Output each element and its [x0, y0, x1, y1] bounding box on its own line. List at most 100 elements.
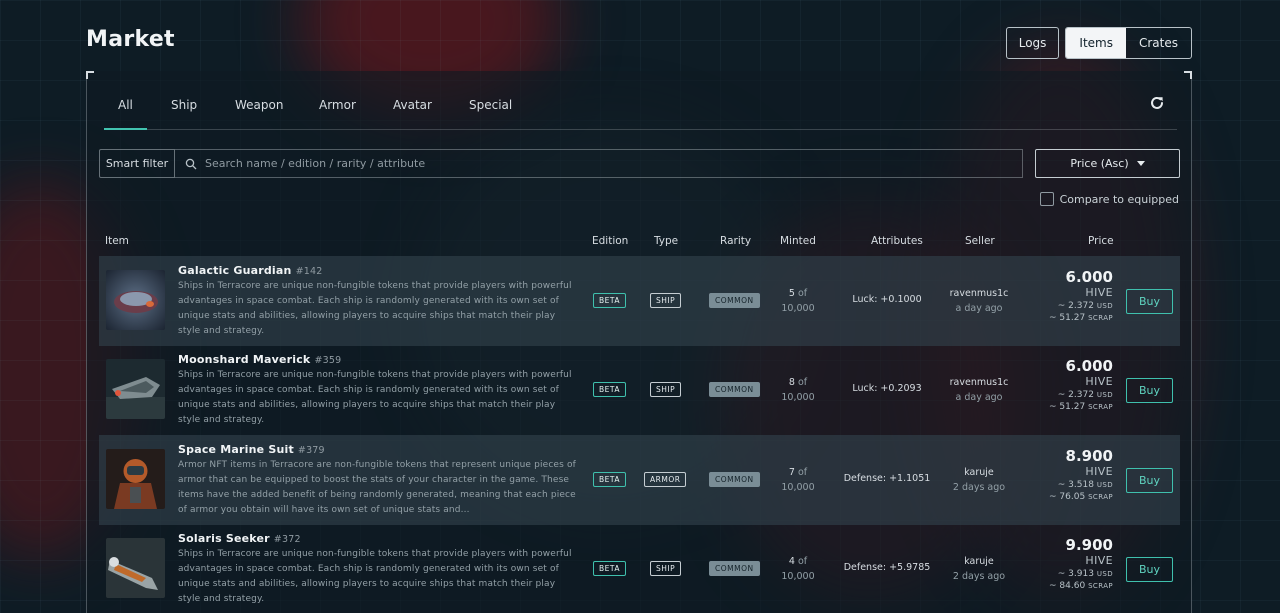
listed-time: 2 days ago [952, 482, 1006, 493]
refresh-icon[interactable] [1149, 95, 1165, 111]
item-name[interactable]: Moonshard Maverick #359 [178, 353, 341, 366]
seller-info: karuje 2 days ago [929, 465, 1029, 495]
tab-armor[interactable]: Armor [319, 98, 356, 112]
item-edition-number: #372 [273, 534, 301, 545]
item-attribute: Luck: +0.1000 [852, 294, 922, 305]
type-badge: SHIP [650, 382, 682, 397]
buy-button[interactable]: Buy [1126, 289, 1173, 314]
seller-name[interactable]: karuje [929, 554, 1029, 569]
col-type[interactable]: Type [654, 235, 678, 247]
table-row[interactable]: Space Marine Suit #379 Armor NFT items in… [99, 435, 1180, 525]
minted-count: 7 of 10,000 [781, 467, 815, 493]
page-title: Market [86, 27, 175, 52]
item-description: Ships in Terracore are unique non-fungib… [178, 281, 572, 336]
price-currency: HIVE [1085, 375, 1113, 388]
sort-label: Price (Asc) [1070, 157, 1129, 170]
price-scrap: ~ 84.60 SCRAP [1049, 581, 1113, 591]
rarity-badge: COMMON [709, 382, 760, 397]
category-tabs: All Ship Weapon Armor Avatar Special [104, 91, 1177, 130]
item-attribute: Defense: +1.1051 [843, 473, 931, 484]
caret-down-icon [1136, 161, 1145, 166]
item-edition-number: #142 [295, 266, 323, 277]
listed-time: 2 days ago [952, 571, 1006, 582]
compare-label: Compare to equipped [1059, 192, 1179, 206]
item-name[interactable]: Galactic Guardian #142 [178, 264, 322, 277]
panel-corner [86, 71, 94, 79]
search-input[interactable] [205, 157, 1022, 170]
seller-name[interactable]: karuje [929, 465, 1029, 480]
search-box [175, 149, 1023, 178]
price-amount: 8.900 [1065, 447, 1113, 465]
minted-count: 5 of 10,000 [781, 288, 815, 314]
compare-toggle[interactable]: Compare to equipped [1039, 192, 1179, 206]
item-attribute: Defense: +5.9785 [843, 562, 931, 573]
tab-avatar[interactable]: Avatar [393, 98, 432, 112]
seller-info: karuje 2 days ago [929, 554, 1029, 584]
view-toggle: Items Crates [1065, 27, 1192, 59]
tab-all[interactable]: All [104, 98, 147, 130]
seller-info: ravenmus1c a day ago [929, 375, 1029, 405]
seller-info: ravenmus1c a day ago [929, 286, 1029, 316]
col-minted[interactable]: Minted [780, 235, 816, 247]
col-edition[interactable]: Edition [592, 235, 628, 247]
smart-filter-button[interactable]: Smart filter [99, 149, 175, 178]
minted-count: 4 of 10,000 [781, 556, 815, 582]
col-rarity[interactable]: Rarity [720, 235, 751, 247]
seller-name[interactable]: ravenmus1c [929, 286, 1029, 301]
price-scrap: ~ 76.05 SCRAP [1049, 492, 1113, 502]
price-currency: HIVE [1085, 286, 1113, 299]
buy-button[interactable]: Buy [1126, 378, 1173, 403]
listed-time: a day ago [955, 392, 1003, 403]
listed-time: a day ago [955, 303, 1003, 314]
edition-badge: BETA [593, 382, 627, 397]
table-row[interactable]: Solaris Seeker #372 Ships in Terracore ar… [99, 524, 1180, 613]
compare-checkbox[interactable] [1039, 192, 1054, 206]
item-image-ship [106, 359, 165, 419]
price-amount: 6.000 [1065, 268, 1113, 286]
type-badge: SHIP [650, 561, 682, 576]
item-edition-number: #359 [314, 355, 342, 366]
col-item[interactable]: Item [105, 235, 129, 247]
edition-badge: BETA [593, 472, 627, 487]
price-scrap: ~ 51.27 SCRAP [1049, 313, 1113, 323]
page: Market Logs Items Crates All Ship Weapon… [0, 0, 1280, 613]
price-currency: HIVE [1085, 465, 1113, 478]
item-name[interactable]: Solaris Seeker #372 [178, 532, 301, 545]
col-price[interactable]: Price [1088, 235, 1114, 247]
item-image-ship [106, 538, 165, 598]
logs-button[interactable]: Logs [1005, 27, 1060, 59]
market-panel: All Ship Weapon Armor Avatar Special Sma… [86, 71, 1192, 613]
type-badge: SHIP [650, 293, 682, 308]
col-seller[interactable]: Seller [965, 235, 995, 247]
edition-badge: BETA [593, 561, 627, 576]
buy-button[interactable]: Buy [1126, 557, 1173, 582]
price-usd: ~ 2.372 USD [1057, 301, 1113, 311]
tab-weapon[interactable]: Weapon [235, 98, 283, 112]
tab-special[interactable]: Special [469, 98, 512, 112]
item-edition-number: #379 [297, 445, 325, 456]
table-row[interactable]: Galactic Guardian #142 Ships in Terracore… [99, 256, 1180, 346]
price-amount: 9.900 [1065, 536, 1113, 554]
crates-toggle-button[interactable]: Crates [1126, 28, 1191, 58]
price-usd: ~ 3.913 USD [1057, 569, 1113, 579]
table-row[interactable]: Moonshard Maverick #359 Ships in Terracor… [99, 345, 1180, 435]
col-attributes[interactable]: Attributes [871, 235, 923, 247]
price-amount: 6.000 [1065, 357, 1113, 375]
search-icon [185, 158, 197, 169]
items-toggle-button[interactable]: Items [1066, 28, 1126, 58]
price-block: 6.000 HIVE ~ 2.372 USD ~ 51.27 SCRAP [1049, 268, 1113, 324]
top-actions: Logs Items Crates [1005, 27, 1192, 59]
minted-count: 8 of 10,000 [781, 377, 815, 403]
tab-ship[interactable]: Ship [171, 98, 197, 112]
rarity-badge: COMMON [709, 561, 760, 576]
sort-dropdown[interactable]: Price (Asc) [1035, 149, 1180, 178]
rarity-badge: COMMON [709, 472, 760, 487]
type-badge: ARMOR [644, 472, 687, 487]
buy-button[interactable]: Buy [1126, 468, 1173, 493]
seller-name[interactable]: ravenmus1c [929, 375, 1029, 390]
price-block: 6.000 HIVE ~ 2.372 USD ~ 51.27 SCRAP [1049, 357, 1113, 413]
item-attribute: Luck: +0.2093 [852, 383, 922, 394]
panel-corner [1184, 71, 1192, 79]
price-currency: HIVE [1085, 554, 1113, 567]
item-name[interactable]: Space Marine Suit #379 [178, 443, 325, 456]
